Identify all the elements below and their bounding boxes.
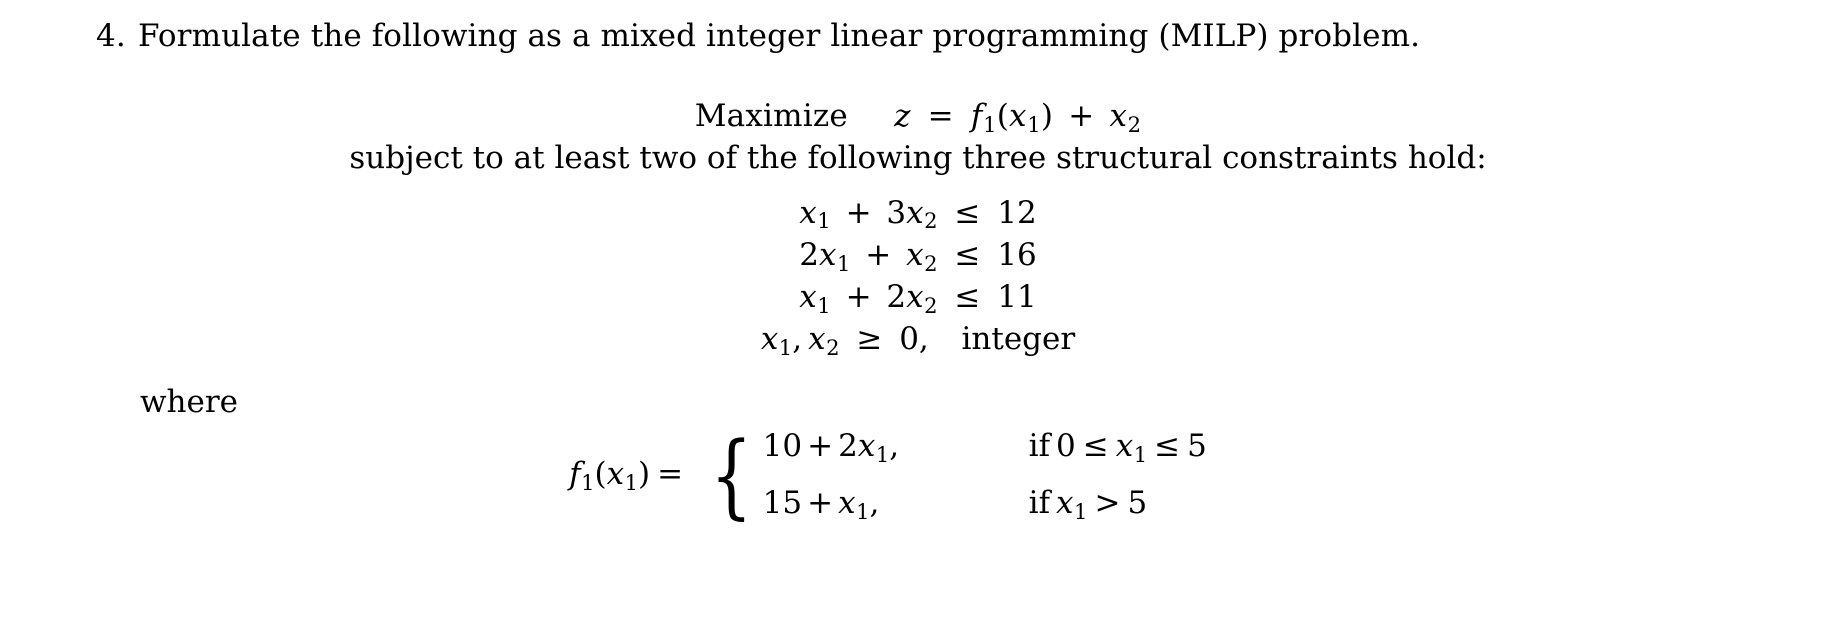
piecewise-case-1-condition: if 0 ≤ x1 ≤5	[993, 428, 1207, 467]
constraint-2-var-2: x	[906, 236, 924, 273]
constraint-3-operator: +	[845, 279, 872, 316]
case-2-constant: 15	[762, 484, 803, 521]
constraint-2-var-1: x	[819, 236, 837, 273]
piecewise-cases: 10 +2x1, if 0 ≤ x1 ≤5 15 + x1, if x1 >5	[763, 428, 1207, 524]
subject-to-text: subject to at least two of the following…	[349, 140, 1487, 177]
constraint-1-relation: ≤	[954, 194, 981, 231]
piecewise-case-1: 10 +2x1, if 0 ≤ x1 ≤5	[763, 428, 1207, 467]
case-1-variable-subscript: 1	[875, 441, 890, 467]
objective-variable: z	[894, 98, 911, 134]
case-2-relation: >	[1094, 484, 1121, 521]
constraint-row-1: x1 + 3x2 ≤ 12	[0, 193, 1836, 235]
piecewise-case-1-expression: 10 +2x1,	[763, 428, 993, 467]
function-subscript: 1	[983, 111, 997, 137]
piecewise-case-2: 15 + x1, if x1 >5	[763, 485, 1207, 524]
nonneg-sub-2: 2	[826, 335, 840, 361]
case-1-constant: 10	[762, 428, 803, 464]
case-1-trailing-comma: ,	[889, 428, 900, 464]
constraint-3-coef-2: 2	[886, 279, 907, 316]
objective-term-2: x	[1109, 98, 1128, 134]
case-1-condition-variable: x	[1115, 428, 1134, 464]
case-1-relation-2: ≤	[1154, 428, 1181, 464]
case-2-condition-variable: x	[1056, 484, 1074, 521]
problem-number: 4.	[96, 18, 126, 54]
paren-close: )	[1040, 98, 1054, 134]
case-2-variable: x	[838, 484, 856, 521]
piecewise-paren-open: (	[594, 456, 607, 493]
case-2-if-keyword: if	[1028, 484, 1051, 521]
constraint-2-sub-2: 2	[924, 250, 938, 276]
where-label: where	[140, 384, 239, 420]
constraint-1-rhs: 12	[997, 194, 1037, 231]
piecewise-definition: f1(x1) = { 10 +2x1, if 0 ≤ x1 ≤5 15 + x1,	[0, 428, 1836, 524]
constraint-1-operator: +	[845, 194, 872, 231]
nonnegativity-integer-row: x1, x2 ≥ 0, integer	[0, 319, 1836, 361]
constraint-3-sub-2: 2	[924, 293, 938, 319]
nonneg-var-1: x	[760, 321, 779, 358]
case-1-variable: x	[857, 428, 876, 464]
function-argument-subscript: 1	[1027, 111, 1041, 137]
constraint-3-var-2: x	[906, 279, 924, 316]
constraint-1-sub-2: 2	[924, 208, 938, 234]
objective-term-2-subscript: 2	[1127, 111, 1142, 137]
equals-sign: =	[927, 98, 954, 134]
constraint-2-sub-1: 1	[837, 250, 851, 276]
case-1-coefficient: 2	[838, 428, 858, 464]
problem-heading: 4. Formulate the following as a mixed in…	[96, 18, 1420, 54]
case-2-condition-variable-subscript: 1	[1074, 498, 1088, 524]
case-1-upper-bound: 5	[1187, 428, 1207, 464]
piecewise-case-2-condition: if x1 >5	[993, 485, 1148, 524]
nonneg-sub-1: 1	[778, 335, 793, 361]
case-1-operator: +	[807, 428, 834, 464]
constraint-2-relation: ≤	[954, 236, 981, 273]
constraint-list: x1 + 3x2 ≤ 12 2x1 + x2 ≤ 16 x1 + 2x2 ≤ 1…	[0, 193, 1836, 362]
constraint-1-coef-2: 3	[886, 194, 907, 231]
piecewise-lhs: f1(x1) =	[569, 456, 702, 495]
case-1-condition-variable-subscript: 1	[1133, 441, 1148, 467]
case-1-lower-bound: 0	[1056, 428, 1076, 464]
objective-function-row: Maximize z = f1(x1) + x2	[0, 96, 1836, 138]
piecewise-function-name: f	[569, 456, 581, 493]
piecewise-argument: x	[606, 456, 625, 493]
piecewise-equals: =	[657, 456, 684, 493]
nonneg-comma: ,	[792, 321, 803, 358]
piecewise-case-2-expression: 15 + x1,	[763, 485, 993, 524]
plus-sign: +	[1068, 98, 1095, 134]
function-argument: x	[1009, 98, 1027, 134]
nonneg-var-2: x	[808, 321, 826, 358]
constraint-2-coef-1: 2	[799, 236, 820, 273]
nonneg-relation: ≥	[856, 321, 883, 358]
constraint-row-2: 2x1 + x2 ≤ 16	[0, 235, 1836, 277]
constraint-1-sub-1: 1	[817, 208, 831, 234]
maximize-keyword: Maximize	[694, 98, 848, 134]
constraint-3-rhs: 11	[997, 279, 1037, 316]
math-display-block: Maximize z = f1(x1) + x2 subject to at l…	[0, 96, 1836, 362]
case-1-relation-1: ≤	[1082, 428, 1109, 464]
case-2-operator: +	[807, 484, 834, 521]
case-2-bound: 5	[1127, 484, 1148, 521]
constraint-row-3: x1 + 2x2 ≤ 11	[0, 277, 1836, 319]
constraint-1-var-2: x	[906, 194, 924, 231]
nonneg-rhs: 0,	[899, 321, 929, 358]
piecewise-argument-subscript: 1	[624, 470, 639, 496]
piecewise-function-subscript: 1	[581, 470, 595, 496]
case-2-variable-subscript: 1	[856, 498, 870, 524]
function-name: f	[970, 98, 983, 134]
constraint-3-var-1: x	[799, 279, 817, 316]
case-1-if-keyword: if	[1028, 428, 1051, 464]
integer-keyword: integer	[961, 321, 1076, 358]
piecewise-paren-close: )	[638, 456, 651, 493]
constraint-2-operator: +	[865, 236, 892, 273]
document-page: 4. Formulate the following as a mixed in…	[0, 0, 1836, 634]
case-2-trailing-comma: ,	[869, 484, 880, 521]
constraint-3-sub-1: 1	[817, 293, 831, 319]
constraint-2-rhs: 16	[997, 236, 1037, 273]
left-curly-brace-icon: {	[710, 422, 753, 530]
problem-statement: Formulate the following as a mixed integ…	[138, 18, 1421, 54]
constraint-1-var-1: x	[799, 194, 817, 231]
paren-open: (	[996, 98, 1010, 134]
constraint-3-relation: ≤	[954, 279, 981, 316]
